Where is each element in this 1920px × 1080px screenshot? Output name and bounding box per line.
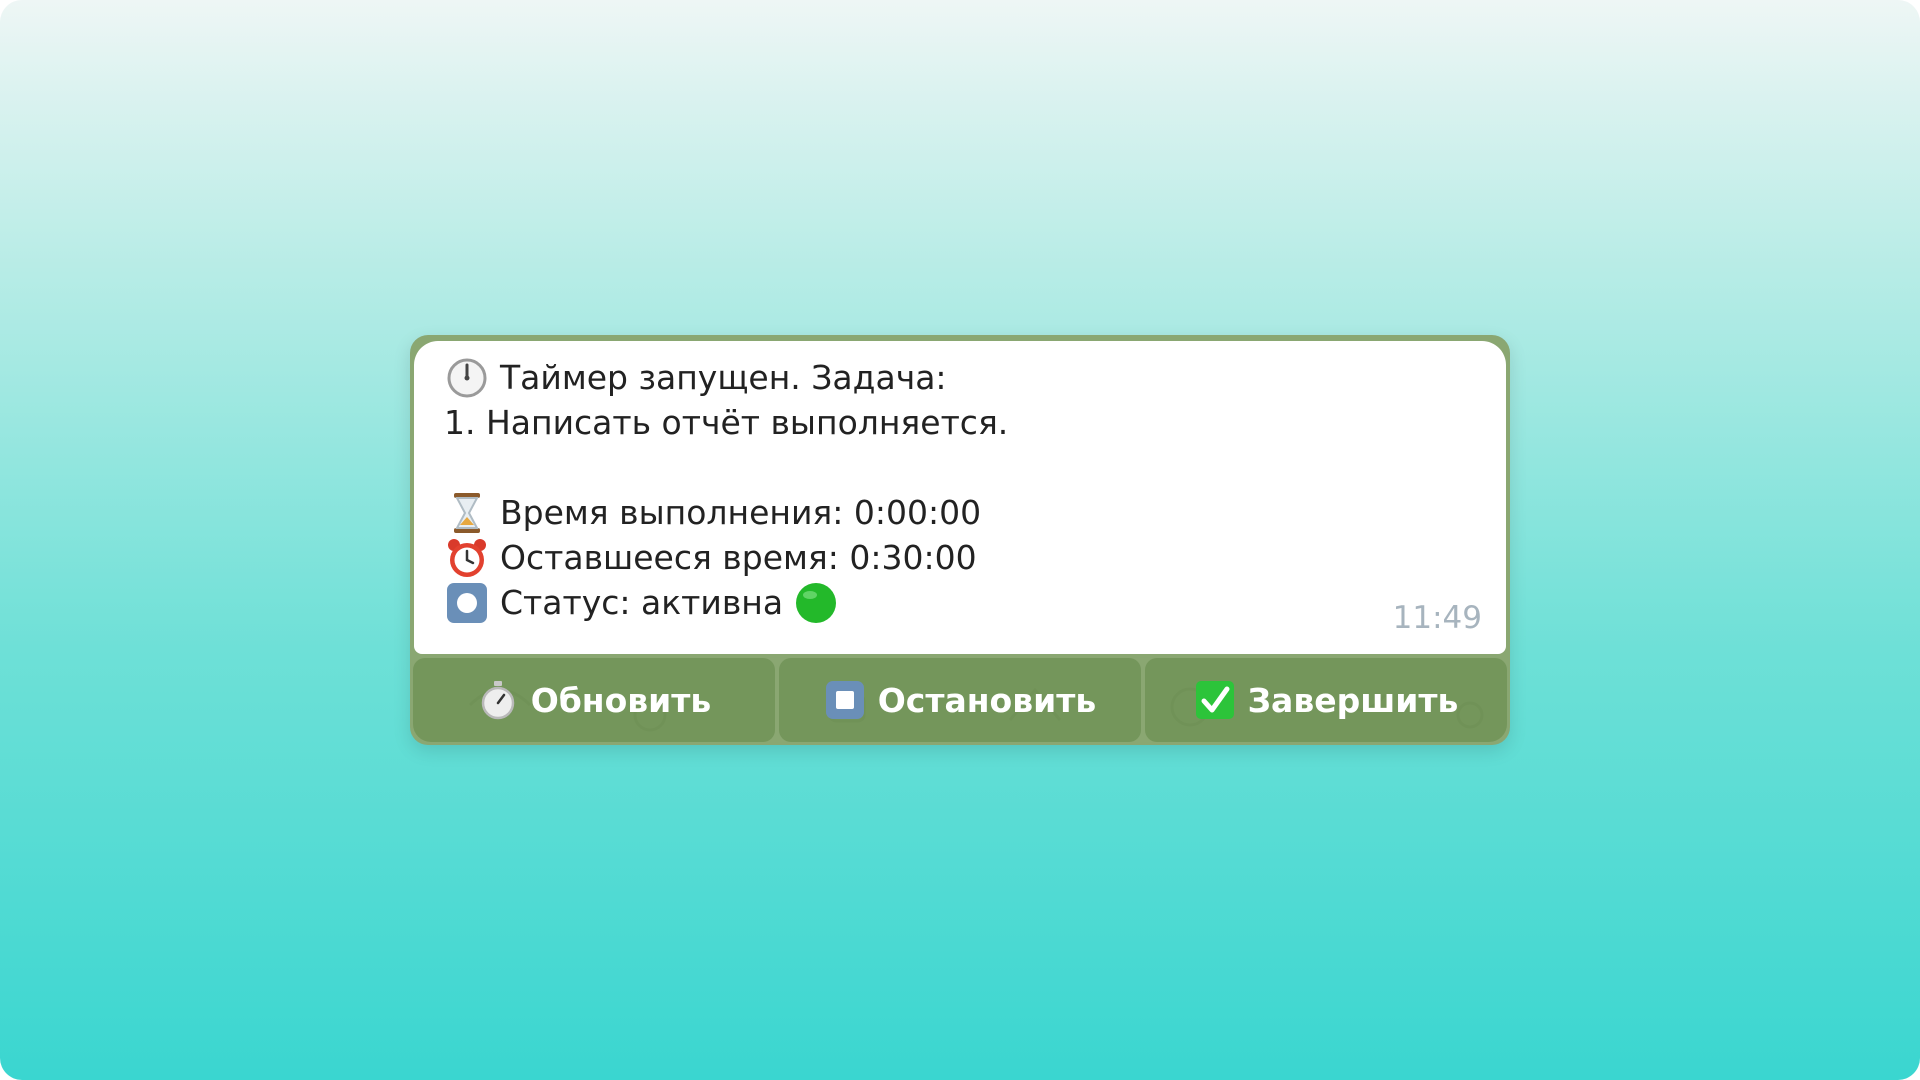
message-bubble: Таймер запущен. Задача: 1. Написать отчё… bbox=[414, 341, 1506, 654]
chat-window: Таймер запущен. Задача: 1. Написать отчё… bbox=[410, 335, 1510, 745]
message-line-status: Статус: активна bbox=[444, 580, 1404, 625]
stop-button-icon bbox=[824, 679, 866, 721]
message-line-title: Таймер запущен. Задача: bbox=[444, 355, 1404, 400]
status-text: Статус: активна bbox=[500, 583, 784, 622]
refresh-button[interactable]: Обновить bbox=[413, 658, 775, 742]
remaining-time-text: Оставшееся время: 0:30:00 bbox=[500, 538, 977, 577]
stopwatch-icon bbox=[477, 679, 519, 721]
message-line-remaining: Оставшееся время: 0:30:00 bbox=[444, 535, 1404, 580]
check-mark-button-icon bbox=[1194, 679, 1236, 721]
refresh-button-label: Обновить bbox=[530, 680, 712, 720]
finish-button[interactable]: Завершить bbox=[1145, 658, 1507, 742]
elapsed-time-text: Время выполнения: 0:00:00 bbox=[500, 493, 982, 532]
message-text: Таймер запущен. Задача: 1. Написать отчё… bbox=[444, 355, 1404, 625]
message-timestamp: 11:49 bbox=[1392, 600, 1482, 636]
alarm-clock-icon bbox=[444, 535, 489, 580]
hourglass-icon bbox=[444, 490, 489, 535]
message-line-elapsed: Время выполнения: 0:00:00 bbox=[444, 490, 1404, 535]
background-frame: Таймер запущен. Задача: 1. Написать отчё… bbox=[0, 0, 1920, 1080]
finish-button-label: Завершить bbox=[1247, 680, 1459, 720]
green-circle-icon bbox=[793, 580, 838, 625]
message-line-task: 1. Написать отчёт выполняется. bbox=[444, 400, 1404, 445]
record-button-icon bbox=[444, 580, 489, 625]
stop-button[interactable]: Остановить bbox=[779, 658, 1141, 742]
stop-button-label: Остановить bbox=[877, 680, 1097, 720]
clock-icon bbox=[444, 355, 489, 400]
inline-keyboard: Обновить Остановить Завершить bbox=[413, 658, 1507, 742]
message-line1: Таймер запущен. Задача: bbox=[500, 358, 947, 397]
message-line2: 1. Написать отчёт выполняется. bbox=[444, 403, 1009, 442]
